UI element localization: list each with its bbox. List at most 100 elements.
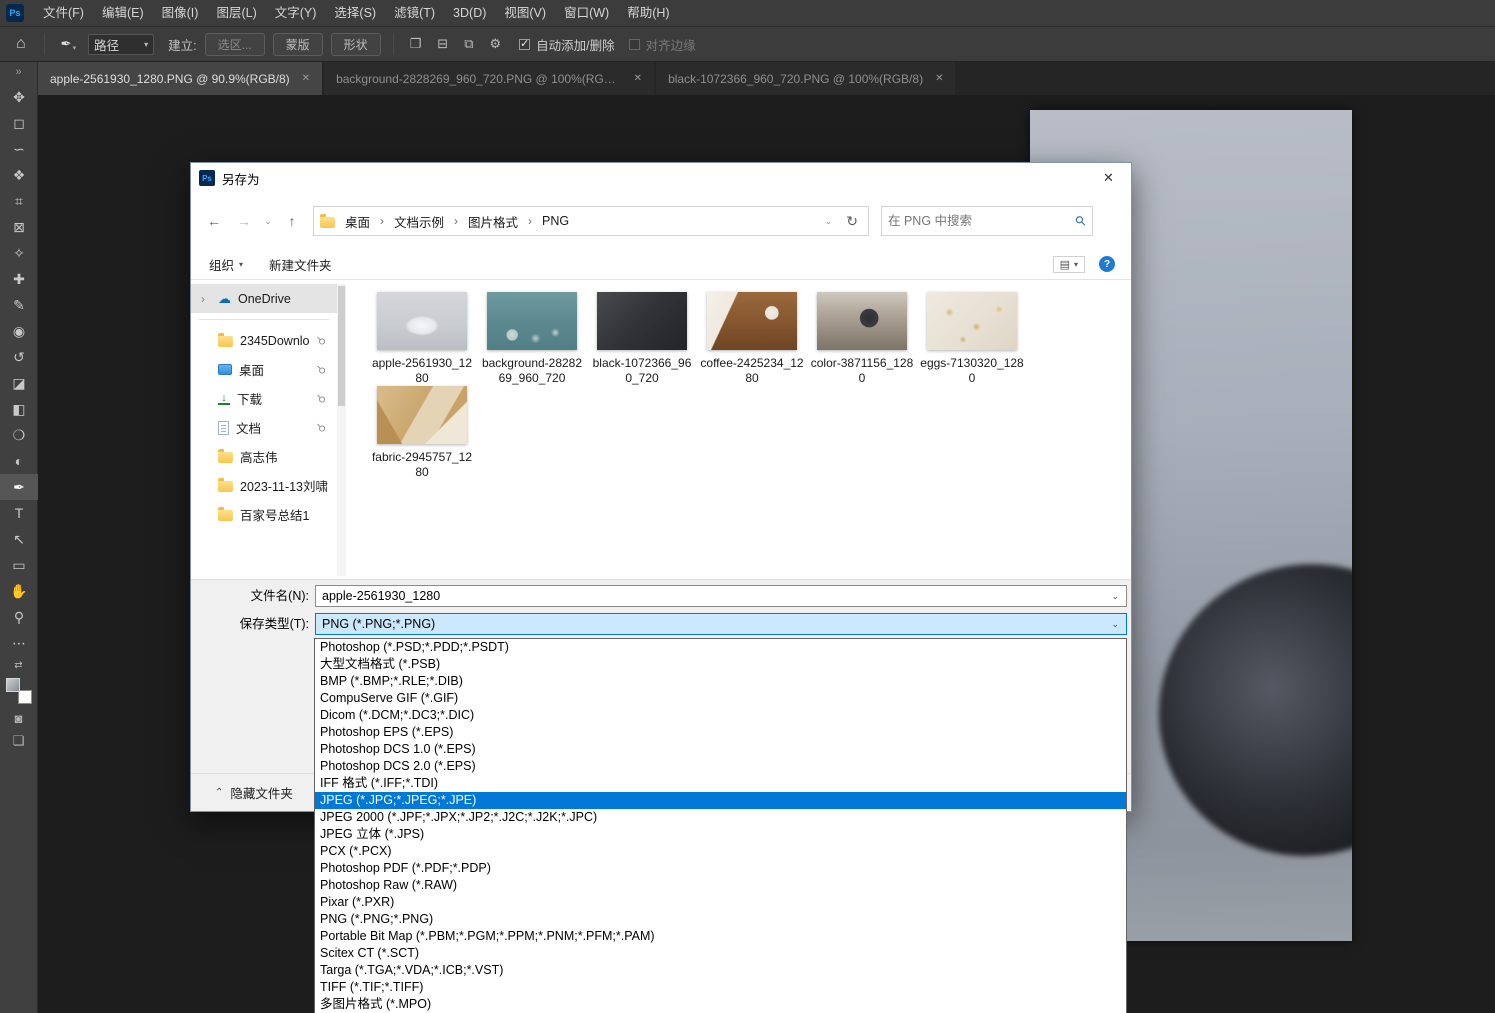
filetype-option[interactable]: IFF 格式 (*.IFF;*.TDI) [315, 775, 1126, 792]
document-tab[interactable]: black-1072366_960_720.PNG @ 100%(RGB/8)✕ [656, 62, 955, 95]
path-arrangement-icon[interactable]: ⧉ [460, 36, 477, 52]
filetype-option[interactable]: Photoshop DCS 1.0 (*.EPS) [315, 741, 1126, 758]
filetype-option[interactable]: CompuServe GIF (*.GIF) [315, 690, 1126, 707]
file-tile[interactable]: fabric-2945757_1280 [370, 386, 474, 480]
filetype-option[interactable]: Photoshop (*.PSD;*.PDD;*.PSDT) [315, 639, 1126, 656]
clone-stamp-tool[interactable]: ◉ [0, 318, 38, 344]
filetype-option[interactable]: 多图片格式 (*.MPO) [315, 996, 1126, 1013]
breadcrumb-item[interactable]: PNG [540, 214, 571, 228]
frame-tool[interactable]: ⊠ [0, 214, 38, 240]
filetype-option[interactable]: Photoshop EPS (*.EPS) [315, 724, 1126, 741]
more-tools[interactable]: ⋯ [0, 630, 38, 656]
search-input[interactable] [888, 214, 1076, 228]
document-tab[interactable]: background-2828269_960_720.PNG @ 100%(RG… [324, 62, 654, 95]
pen-tool[interactable]: ✒ [0, 474, 38, 500]
file-tile[interactable]: color-3871156_1280 [810, 292, 914, 386]
filetype-option[interactable]: Photoshop DCS 2.0 (*.EPS) [315, 758, 1126, 775]
sidebar-item[interactable]: 百家号总结1 [191, 500, 337, 529]
scrollbar-thumb[interactable] [338, 286, 345, 406]
menu-item[interactable]: 帮助(H) [618, 0, 678, 26]
auto-add-delete-checkbox[interactable]: 自动添加/删除 [519, 35, 614, 54]
refresh-icon[interactable]: ↻ [842, 213, 862, 230]
new-folder-button[interactable]: 新建文件夹 [269, 255, 332, 274]
forward-icon[interactable]: → [231, 213, 257, 229]
pen-tool-preset-icon[interactable]: ✒▾ [57, 36, 80, 52]
path-alignment-icon[interactable]: ⊟ [433, 36, 452, 52]
sidebar-item[interactable]: ›☁OneDrive [191, 284, 337, 313]
filetype-option[interactable]: Portable Bit Map (*.PBM;*.PGM;*.PPM;*.PN… [315, 928, 1126, 945]
up-icon[interactable]: ↑ [279, 213, 305, 229]
filetype-option[interactable]: PCX (*.PCX) [315, 843, 1126, 860]
filetype-option[interactable]: Photoshop Raw (*.RAW) [315, 877, 1126, 894]
path-operations-icon[interactable]: ❐ [406, 36, 426, 52]
dodge-tool[interactable]: ◐ [0, 448, 38, 474]
filetype-option[interactable]: PNG (*.PNG;*.PNG) [315, 911, 1126, 928]
view-mode-button[interactable]: ▤ ▾ [1053, 256, 1085, 273]
menu-item[interactable]: 视图(V) [495, 0, 555, 26]
close-icon[interactable]: ✕ [302, 73, 310, 84]
zoom-tool[interactable]: ⚲ [0, 604, 38, 630]
address-dropdown-icon[interactable]: ⌄ [815, 216, 843, 227]
file-tile[interactable]: background-2828269_960_720 [480, 292, 584, 386]
breadcrumb-item[interactable]: 文档示例 [392, 212, 446, 231]
filename-text-input[interactable] [316, 589, 1104, 603]
rectangular-marquee-tool[interactable]: ◻ [0, 110, 38, 136]
filetype-select[interactable]: PNG (*.PNG;*.PNG) ⌄ [315, 613, 1127, 635]
sidebar-item[interactable]: 文档⚲ [191, 413, 337, 442]
document-tab[interactable]: apple-2561930_1280.PNG @ 90.9%(RGB/8)✕ [38, 62, 322, 95]
tool-mode-select[interactable]: 路径 ▾ [88, 34, 154, 55]
brush-tool[interactable]: ✎ [0, 292, 38, 318]
sidebar-item[interactable]: 高志伟 [191, 442, 337, 471]
sidebar-item[interactable]: 2345Downlo⚲ [191, 326, 337, 355]
back-icon[interactable]: ← [201, 213, 227, 229]
align-edges-checkbox[interactable]: 对齐边缘 [629, 35, 696, 54]
home-icon[interactable]: ⌂ [10, 35, 32, 53]
close-icon[interactable]: ✕ [935, 73, 943, 84]
swap-colors-icon[interactable]: ⇄ [14, 660, 22, 671]
menu-item[interactable]: 选择(S) [325, 0, 385, 26]
filetype-option[interactable]: TIFF (*.TIF;*.TIFF) [315, 979, 1126, 996]
lasso-tool[interactable]: ∽ [0, 136, 38, 162]
filetype-option[interactable]: BMP (*.BMP;*.RLE;*.DIB) [315, 673, 1126, 690]
filetype-option[interactable]: JPEG 2000 (*.JPF;*.JPX;*.JP2;*.J2C;*.J2K… [315, 809, 1126, 826]
filetype-option[interactable]: JPEG (*.JPG;*.JPEG;*.JPE) [315, 792, 1126, 809]
help-icon[interactable]: ? [1099, 256, 1115, 272]
breadcrumb-item[interactable]: 桌面 [343, 212, 372, 231]
foreground-color-swatch[interactable] [6, 678, 20, 692]
chevron-down-icon[interactable]: ⌄ [1104, 591, 1126, 602]
make-mask-button[interactable]: 蒙版 [273, 33, 323, 56]
filetype-option[interactable]: JPEG 立体 (*.JPS) [315, 826, 1126, 843]
chevron-right-icon[interactable]: › [201, 292, 211, 306]
blur-tool[interactable]: ❍ [0, 422, 38, 448]
organize-menu[interactable]: 组织 ▾ [209, 255, 243, 274]
menu-item[interactable]: 编辑(E) [93, 0, 153, 26]
quick-mask-icon[interactable]: ◙ [15, 711, 23, 726]
history-brush-tool[interactable]: ↺ [0, 344, 38, 370]
gear-icon[interactable]: ⚙ [485, 36, 505, 52]
file-tile[interactable]: black-1072366_960_720 [590, 292, 694, 386]
filetype-option[interactable]: 大型文档格式 (*.PSB) [315, 656, 1126, 673]
gradient-tool[interactable]: ◧ [0, 396, 38, 422]
recent-locations-icon[interactable]: ⌄ [261, 216, 275, 227]
collapse-panel-icon[interactable]: » [0, 62, 37, 84]
file-tile[interactable]: coffee-2425234_1280 [700, 292, 804, 386]
make-shape-button[interactable]: 形状 [331, 33, 381, 56]
menu-item[interactable]: 文件(F) [34, 0, 93, 26]
chevron-down-icon[interactable]: ⌄ [1104, 619, 1126, 630]
filename-input[interactable]: ⌄ [315, 585, 1127, 607]
crop-tool[interactable]: ⌗ [0, 188, 38, 214]
hide-folders-button[interactable]: ⌃ 隐藏文件夹 [201, 778, 307, 807]
type-tool[interactable]: T [0, 500, 38, 526]
filetype-option[interactable]: Targa (*.TGA;*.VDA;*.ICB;*.VST) [315, 962, 1126, 979]
make-selection-button[interactable]: 选区... [205, 33, 265, 56]
quick-selection-tool[interactable]: ❖ [0, 162, 38, 188]
menu-item[interactable]: 图像(I) [153, 0, 208, 26]
breadcrumb-item[interactable]: 图片格式 [466, 212, 520, 231]
screen-mode-icon[interactable]: ❏ [13, 733, 25, 749]
menu-item[interactable]: 窗口(W) [555, 0, 618, 26]
move-tool[interactable]: ✥ [0, 84, 38, 110]
file-tile[interactable]: apple-2561930_1280 [370, 292, 474, 386]
menu-item[interactable]: 图层(L) [207, 0, 265, 26]
close-icon[interactable]: ✕ [634, 73, 642, 84]
sidebar-item[interactable]: 2023-11-13刘啸 [191, 471, 337, 500]
